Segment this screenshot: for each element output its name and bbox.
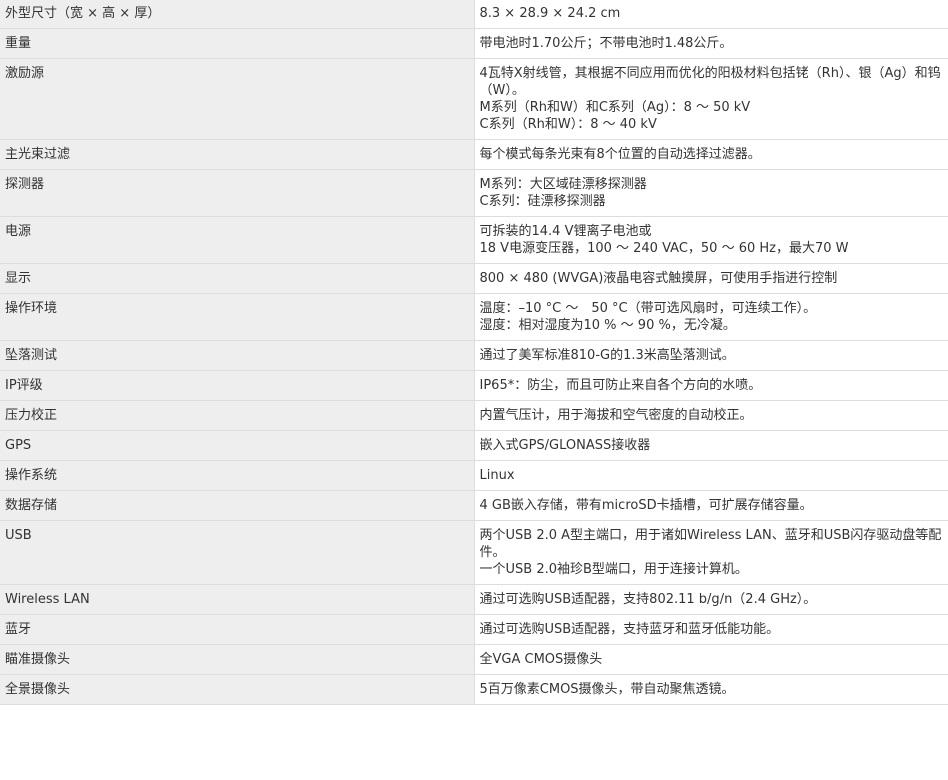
row-label: GPS: [0, 430, 475, 461]
row-value: Linux: [473, 460, 948, 491]
value-line: Linux: [479, 468, 515, 483]
value-line: 4瓦特X射线管，其根据不同应用而优化的阳极材料包括铑（Rh）、银（Ag）和钨（W…: [479, 66, 941, 98]
row-label: 蓝牙: [0, 614, 475, 645]
row-label: 重量: [0, 28, 475, 59]
row-value: 4瓦特X射线管，其根据不同应用而优化的阳极材料包括铑（Rh）、银（Ag）和钨（W…: [473, 58, 948, 140]
value-line: 温度：–10 °C ～ 50 °C（带可选风扇时，可连续工作）。: [479, 301, 817, 316]
value-line: 两个USB 2.0 A型主端口，用于诸如Wireless LAN、蓝牙和USB闪…: [479, 528, 942, 560]
value-line: 每个模式每条光束有8个位置的自动选择过滤器。: [479, 147, 761, 162]
row-label: 外型尺寸（宽 × 高 × 厚）: [0, 0, 475, 29]
row-label: IP评级: [0, 370, 475, 401]
row-label: 操作系统: [0, 460, 475, 491]
row-label: Wireless LAN: [0, 584, 475, 615]
row-value: M系列：大区域硅漂移探测器 C系列：硅漂移探测器: [473, 169, 948, 217]
spec-table: 外型尺寸（宽 × 高 × 厚） 8.3 × 28.9 × 24.2 cm 重量 …: [0, 0, 948, 705]
value-line: IP65*：防尘，而且可防止来自各个方向的水喷。: [479, 378, 762, 393]
value-line: 4 GB嵌入存储，带有microSD卡插槽，可扩展存储容量。: [479, 498, 813, 513]
value-line: C系列（Rh和W）：8 ～ 40 kV: [479, 117, 657, 132]
table-row: 主光束过滤 每个模式每条光束有8个位置的自动选择过滤器。: [0, 139, 948, 170]
value-line: 通过可选购USB适配器，支持蓝牙和蓝牙低能功能。: [479, 622, 780, 637]
value-line: 嵌入式GPS/GLONASS接收器: [479, 438, 651, 453]
table-row: 外型尺寸（宽 × 高 × 厚） 8.3 × 28.9 × 24.2 cm: [0, 0, 948, 29]
row-value: 4 GB嵌入存储，带有microSD卡插槽，可扩展存储容量。: [473, 490, 948, 521]
row-label: 主光束过滤: [0, 139, 475, 170]
value-line: M系列：大区域硅漂移探测器: [479, 177, 647, 192]
value-line: 全VGA CMOS摄像头: [479, 652, 603, 667]
row-value: IP65*：防尘，而且可防止来自各个方向的水喷。: [473, 370, 948, 401]
row-value: 嵌入式GPS/GLONASS接收器: [473, 430, 948, 461]
row-value: 800 × 480 (WVGA)液晶电容式触摸屏，可使用手指进行控制: [473, 263, 948, 294]
row-value: 5百万像素CMOS摄像头，带自动聚焦透镜。: [473, 674, 948, 705]
row-label: USB: [0, 520, 475, 585]
row-label: 坠落测试: [0, 340, 475, 371]
row-value: 带电池时1.70公斤；不带电池时1.48公斤。: [473, 28, 948, 59]
value-line: 一个USB 2.0袖珍B型端口，用于连接计算机。: [479, 562, 748, 577]
row-label: 瞄准摄像头: [0, 644, 475, 675]
spec-table-body: 外型尺寸（宽 × 高 × 厚） 8.3 × 28.9 × 24.2 cm 重量 …: [0, 0, 948, 705]
table-row: 蓝牙 通过可选购USB适配器，支持蓝牙和蓝牙低能功能。: [0, 614, 948, 645]
row-value: 两个USB 2.0 A型主端口，用于诸如Wireless LAN、蓝牙和USB闪…: [473, 520, 948, 585]
table-row: 操作系统 Linux: [0, 460, 948, 491]
table-row: IP评级 IP65*：防尘，而且可防止来自各个方向的水喷。: [0, 370, 948, 401]
value-line: 湿度：相对湿度为10 % ～ 90 %，无冷凝。: [479, 318, 736, 333]
value-line: 内置气压计，用于海拔和空气密度的自动校正。: [479, 408, 753, 423]
table-row: 操作环境 温度：–10 °C ～ 50 °C（带可选风扇时，可连续工作）。 湿度…: [0, 293, 948, 341]
row-value: 内置气压计，用于海拔和空气密度的自动校正。: [473, 400, 948, 431]
table-row: Wireless LAN 通过可选购USB适配器，支持802.11 b/g/n（…: [0, 584, 948, 615]
table-row: 瞄准摄像头 全VGA CMOS摄像头: [0, 644, 948, 675]
table-row: 重量 带电池时1.70公斤；不带电池时1.48公斤。: [0, 28, 948, 59]
table-row: GPS 嵌入式GPS/GLONASS接收器: [0, 430, 948, 461]
value-line: C系列：硅漂移探测器: [479, 194, 606, 209]
row-value: 通过可选购USB适配器，支持蓝牙和蓝牙低能功能。: [473, 614, 948, 645]
value-line: 通过可选购USB适配器，支持802.11 b/g/n（2.4 GHz）。: [479, 592, 817, 607]
value-line: 可拆装的14.4 V锂离子电池或: [479, 224, 652, 239]
row-value: 全VGA CMOS摄像头: [473, 644, 948, 675]
value-line: 带电池时1.70公斤；不带电池时1.48公斤。: [479, 36, 733, 51]
value-line: 通过了美军标准810-G的1.3米高坠落测试。: [479, 348, 735, 363]
table-row: 压力校正 内置气压计，用于海拔和空气密度的自动校正。: [0, 400, 948, 431]
value-line: 5百万像素CMOS摄像头，带自动聚焦透镜。: [479, 682, 735, 697]
table-row: USB 两个USB 2.0 A型主端口，用于诸如Wireless LAN、蓝牙和…: [0, 520, 948, 585]
row-value: 通过可选购USB适配器，支持802.11 b/g/n（2.4 GHz）。: [473, 584, 948, 615]
table-row: 全景摄像头 5百万像素CMOS摄像头，带自动聚焦透镜。: [0, 674, 948, 705]
value-line: 800 × 480 (WVGA)液晶电容式触摸屏，可使用手指进行控制: [479, 271, 838, 286]
row-value: 8.3 × 28.9 × 24.2 cm: [473, 0, 948, 29]
row-value: 可拆装的14.4 V锂离子电池或 18 V电源变压器，100 ～ 240 VAC…: [473, 216, 948, 264]
table-row: 显示 800 × 480 (WVGA)液晶电容式触摸屏，可使用手指进行控制: [0, 263, 948, 294]
table-row: 探测器 M系列：大区域硅漂移探测器 C系列：硅漂移探测器: [0, 169, 948, 217]
row-value: 通过了美军标准810-G的1.3米高坠落测试。: [473, 340, 948, 371]
row-value: 每个模式每条光束有8个位置的自动选择过滤器。: [473, 139, 948, 170]
table-row: 坠落测试 通过了美军标准810-G的1.3米高坠落测试。: [0, 340, 948, 371]
row-label: 激励源: [0, 58, 475, 140]
value-line: M系列（Rh和W）和C系列（Ag）：8 ～ 50 kV: [479, 100, 751, 115]
row-label: 电源: [0, 216, 475, 264]
table-row: 激励源 4瓦特X射线管，其根据不同应用而优化的阳极材料包括铑（Rh）、银（Ag）…: [0, 58, 948, 140]
row-value: 温度：–10 °C ～ 50 °C（带可选风扇时，可连续工作）。 湿度：相对湿度…: [473, 293, 948, 341]
table-row: 数据存储 4 GB嵌入存储，带有microSD卡插槽，可扩展存储容量。: [0, 490, 948, 521]
row-label: 显示: [0, 263, 475, 294]
value-line: 8.3 × 28.9 × 24.2 cm: [479, 6, 621, 21]
value-line: 18 V电源变压器，100 ～ 240 VAC，50 ～ 60 Hz，最大70 …: [479, 241, 849, 256]
row-label: 数据存储: [0, 490, 475, 521]
row-label: 探测器: [0, 169, 475, 217]
row-label: 全景摄像头: [0, 674, 475, 705]
table-row: 电源 可拆装的14.4 V锂离子电池或 18 V电源变压器，100 ～ 240 …: [0, 216, 948, 264]
row-label: 压力校正: [0, 400, 475, 431]
row-label: 操作环境: [0, 293, 475, 341]
